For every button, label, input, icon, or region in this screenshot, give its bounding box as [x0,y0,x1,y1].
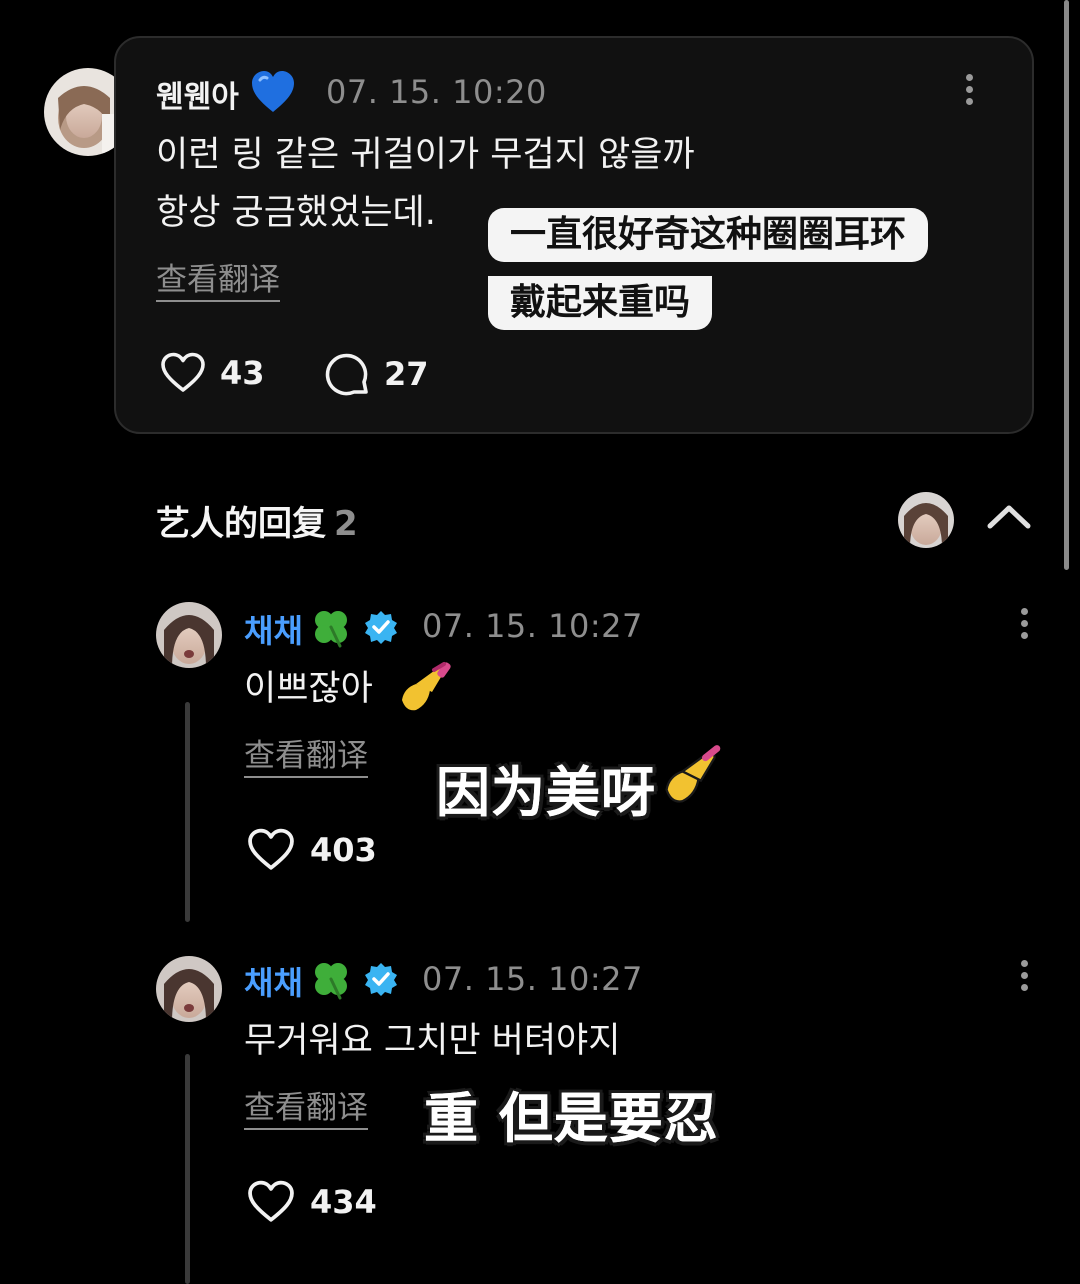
reply-like-count: 403 [310,831,377,869]
reply-more-menu-icon[interactable] [1014,960,1034,1000]
post-like-button[interactable]: 43 [160,352,265,394]
thread-line [185,1054,190,1284]
artist-replies-count: 2 [334,504,358,544]
avatar-image [156,602,222,668]
translation-overlay-line-1: 一直很好奇这种圈圈耳环 [488,208,929,262]
post-more-menu-icon[interactable] [959,74,979,114]
reply-text: 무거워요 그치만 버텨야지 [244,1021,621,1061]
reply-like-button[interactable]: 403 [246,828,377,872]
clover-icon [315,611,347,648]
reply-time: 07. 15. 10:27 [422,960,643,998]
reply-author-avatar[interactable] [156,602,222,668]
heart-icon [161,352,205,392]
reply-more-menu-icon[interactable] [1014,608,1034,648]
reply-translate-link[interactable]: 查看翻译 [244,738,368,778]
verified-badge-icon [365,963,397,996]
heart-icon [248,828,294,870]
post-text-line-1: 이런 링 같은 귀걸이가 무겁지 않을까 [156,135,695,175]
post-text-line-2: 항상 궁금했었는데. [156,193,436,233]
reply-like-button[interactable]: 434 [246,1180,377,1224]
artist-replies-title: 艺人的回复 [156,504,326,544]
scrollbar[interactable] [1064,0,1069,570]
reply-translate-link[interactable]: 查看翻译 [244,1090,368,1130]
artist-replies-header: 艺人的回复 2 [156,496,358,545]
post-comment-count: 27 [384,355,429,393]
chevron-up-icon[interactable] [986,500,1032,532]
reply-author-name[interactable]: 채채 [244,606,303,652]
blue-heart-icon [252,71,294,112]
nail-polish-icon [665,745,721,803]
translation-sticker: 重 但是要忍 [424,1087,719,1150]
translation-sticker: 因为美呀 [436,761,656,824]
heart-icon [248,1180,294,1222]
reply-like-count: 434 [310,1183,377,1221]
post-author-name[interactable]: 웬웬아 [156,72,239,116]
artist-avatar[interactable] [898,492,954,548]
reply-text: 이쁘잖아 [244,669,373,709]
clover-icon [315,963,347,1000]
post-comment-button[interactable]: 27 [324,352,429,396]
reply-time: 07. 15. 10:27 [422,607,643,645]
reply-author-avatar[interactable] [156,956,222,1022]
post-like-count: 43 [220,354,265,392]
avatar-image [898,492,954,548]
avatar-image [156,956,222,1022]
translation-overlay-line-2: 戴起来重吗 [488,276,713,330]
nail-polish-icon [402,662,451,711]
post-time: 07. 15. 10:20 [326,73,547,111]
verified-badge-icon [365,611,397,644]
post-translate-link[interactable]: 查看翻译 [156,262,280,302]
comment-icon [325,353,368,396]
thread-line [185,702,190,922]
reply-author-name[interactable]: 채채 [244,958,303,1004]
